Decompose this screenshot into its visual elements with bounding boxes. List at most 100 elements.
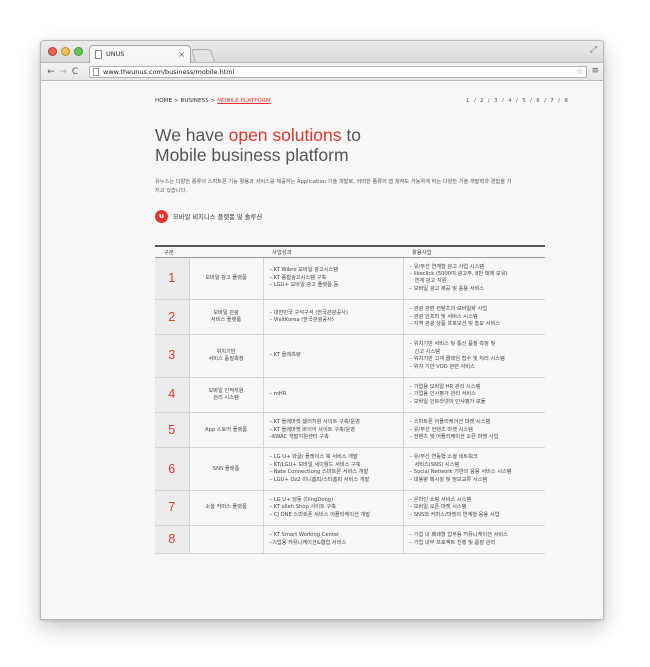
minimize-window-icon[interactable]: [61, 47, 70, 56]
menu-icon[interactable]: ≡: [591, 66, 599, 76]
results-cell: – KT 올레측량: [263, 334, 404, 378]
applications-line: – 위치기반 서비스 및 통신 품질 측정 및: [409, 341, 496, 348]
title-line2: Mobile business platform: [155, 145, 349, 165]
reload-button[interactable]: C: [69, 67, 81, 77]
row-number: 4: [155, 377, 190, 414]
applications-line: – Social Network 기반의 응용 서비스 시스템: [409, 469, 512, 476]
category-name-line: 서비스 플랫폼: [210, 317, 242, 324]
title-pre: We have: [155, 125, 229, 145]
back-button[interactable]: ←: [45, 67, 57, 77]
applications-cell: – 유/무선 연계형 광고 사업 시스템 – likeclick (5000여 광…: [403, 257, 545, 301]
browser-tab[interactable]: UNUS ×: [89, 45, 191, 63]
results-line: – KT Wibro 모바일 광고시스템: [269, 267, 338, 274]
browser-toolbar: ← → C www.theunus.com/business/mobile.ht…: [41, 63, 603, 81]
applications-line: – 유/무선 컨텐츠 마켓 시스템: [409, 426, 473, 433]
window-controls: [48, 47, 83, 56]
row-number: 5: [155, 412, 190, 449]
section-title: 모바일 비지니스 플랫폼 및 솔루션: [173, 214, 263, 221]
category-name-line: 서비스 품질측정: [208, 356, 244, 363]
applications-line: – 유/무선 연계형 광고 사업 시스템: [409, 263, 485, 270]
results-cell: – LG U+ 딩동 (DingDong) – KT olleh Shop 사이트…: [263, 490, 404, 527]
results-line: – LGU+ 모바일 광고 플랫폼 등: [269, 282, 339, 289]
category-name-line: 모바일 광고 플랫폼: [205, 274, 247, 281]
tab-close-icon[interactable]: ×: [178, 46, 185, 63]
category-name: 소셜 커머스 플랫폼: [189, 490, 264, 527]
applications-line: – 모바일 광고 제공 및 응용 서비스: [409, 285, 485, 292]
address-bar[interactable]: www.theunus.com/business/mobile.html ☆: [89, 66, 587, 78]
section-heading: u 모바일 비지니스 플랫폼 및 솔루션: [155, 210, 262, 223]
applications-line: – 모바일 오픈 마켓 시스템: [409, 504, 467, 511]
applications-line: – 기업용 인사평가 관리 서비스: [409, 391, 476, 398]
table-row: 3 위치기반 서비스 품질측정 – KT 올레측량 – 위치기반 서비스 및 통신 품질…: [155, 334, 545, 378]
breadcrumb-path[interactable]: HOME > BUSINESS >: [155, 98, 217, 104]
table-header-row: 구분 사업성과 활용사업: [155, 245, 545, 258]
results-cell: – mHR: [263, 377, 404, 414]
applications-line: 연계 광고 지원: [409, 278, 447, 285]
unus-logo-icon: u: [155, 210, 168, 223]
fullscreen-icon[interactable]: ⤢: [590, 45, 597, 55]
forward-button[interactable]: →: [57, 67, 69, 77]
business-table: 구분 사업성과 활용사업 1 모바일 광고 플랫폼 – KT Wibro 모바일 광…: [155, 245, 545, 555]
results-line: – LG U+ 와글/ 플레이스 북 서비스 개발: [269, 454, 358, 461]
header-category: 구분: [155, 245, 263, 258]
category-name: App 스토어 플랫폼: [189, 412, 264, 449]
applications-line: – 스마트폰 어플리케이션 마켓 시스템: [409, 419, 491, 426]
category-name: [189, 525, 264, 555]
breadcrumb-current[interactable]: MOBILE PLATFORM: [217, 98, 271, 104]
applications-cell: – 기업 내 폐쇄형 업무용 커뮤니케이션 서비스 – 기업 내부 프로젝트 진행…: [403, 525, 545, 555]
category-name: 모바일 관광 서비스 플랫폼: [189, 299, 264, 336]
category-name-line: 소셜 커머스 플랫폼: [205, 504, 247, 511]
results-line: – KT 올레마켓 바이어 사이트 구축/운영: [269, 426, 356, 433]
table-row: 6 SNS 플랫폼 – LG U+ 와글/ 플레이스 북 서비스 개발 – KT/LG…: [155, 447, 545, 492]
title-post: to: [341, 125, 361, 145]
row-number: 7: [155, 490, 190, 527]
row-number: 3: [155, 334, 190, 378]
category-name-line: 관리 시스템: [213, 395, 239, 402]
results-cell: – KT 올레마켓 셀러지원 사이트 구축/운영 – KT 올레마켓 바이어 사이…: [263, 412, 404, 449]
applications-line: – 위치 기반 VOD 관련 서비스: [409, 363, 475, 370]
row-number: 1: [155, 257, 190, 301]
applications-cell: – 관광 관련 컨텐츠의 모바일화 사업 – 관광 인프라 및 서비스 시스템 – …: [403, 299, 545, 336]
bookmark-star-icon[interactable]: ☆: [576, 66, 583, 77]
pagination[interactable]: 1 / 2 / 3 / 4 / 5 / 6 / 7 / 8: [466, 98, 569, 104]
table-row: 8 – KT Smart Working Center –기업용 커뮤니케이션&협업…: [155, 525, 545, 555]
breadcrumb: HOME > BUSINESS > MOBILE PLATFORM: [155, 98, 271, 104]
results-line: –KWAC 개발지원센터 구축: [269, 434, 329, 440]
page-title: We have open solutions to Mobile busines…: [155, 125, 361, 165]
header-applications: 활용사업: [403, 245, 545, 258]
applications-cell: – 유/무선 연동형 소셜 네트워크 서비스(SNS) 시스템 – Social …: [403, 447, 545, 492]
applications-cell: – 스마트폰 어플리케이션 마켓 시스템 – 유/무선 컨텐츠 마켓 시스템 – 컨…: [403, 412, 545, 449]
category-name: SNS 플랫폼: [189, 447, 264, 492]
category-name-line: SNS 플랫폼: [212, 465, 240, 472]
maximize-window-icon[interactable]: [74, 47, 83, 56]
row-number: 6: [155, 447, 190, 492]
new-tab-button[interactable]: [190, 49, 216, 62]
table-row: 5 App 스토어 플랫폼 – KT 올레마켓 셀러지원 사이트 구축/운영 – KT…: [155, 412, 545, 449]
applications-line: – 모바일 인트라넷의 인사평가 모듈: [409, 398, 486, 405]
table-body: 1 모바일 광고 플랫폼 – KT Wibro 모바일 광고시스템 – KT 종합광고…: [155, 257, 545, 555]
results-line: – KT 올레측량: [269, 352, 301, 359]
intro-text: 유누스는 다양한 종류의 스마트폰 기능 활용과 서비스를 제공하는 Appli…: [155, 179, 512, 194]
results-cell: – KT Smart Working Center –기업용 커뮤니케이션&협업 …: [263, 525, 404, 555]
header-results: 사업성과: [263, 245, 403, 258]
applications-line: – 관광 관련 컨텐츠의 모바일화 사업: [409, 306, 488, 313]
applications-line: – SNS와 커머스/마켓의 연계형 응용 사업: [409, 511, 500, 518]
tab-title: UNUS: [106, 50, 125, 58]
applications-cell: – 위치기반 서비스 및 통신 품질 측정 및 신고 시스템 – 위치기반 고객 …: [403, 334, 545, 378]
page-info-icon[interactable]: [93, 68, 99, 76]
applications-line: – 기업 내부 프로젝트 진행 및 품질 관리: [409, 539, 496, 546]
results-cell: – LG U+ 와글/ 플레이스 북 서비스 개발 – KT/LGU+ 모바일 세…: [263, 447, 404, 492]
table-row: 7 소셜 커머스 플랫폼 – LG U+ 딩동 (DingDong) – KT oll…: [155, 490, 545, 527]
table-row: 2 모바일 관광 서비스 플랫폼 – 대한민국 구석구석 (한국관광공사) – Visi…: [155, 299, 545, 336]
row-number: 8: [155, 525, 190, 555]
results-line: – VisitKorea (한국관광공사): [269, 317, 334, 324]
category-name-line: 모바일 인적자원: [208, 387, 244, 394]
url-text: www.theunus.com/business/mobile.html: [103, 68, 235, 76]
applications-line: – 대용량 메시징 및 정보교류 시스템: [409, 476, 488, 483]
results-line: – KT 올레마켓 셀러지원 사이트 구축/운영: [269, 419, 360, 426]
close-window-icon[interactable]: [48, 47, 57, 56]
results-line: – KT Smart Working Center: [269, 532, 340, 539]
applications-cell: – 온라인 쇼핑 서비스 시스템 – 모바일 오픈 마켓 시스템 – SNS와 커머…: [403, 490, 545, 527]
category-name: 위치기반 서비스 품질측정: [189, 334, 264, 378]
applications-line: – 위치기반 고객 클레임 접수 및 처리 시스템: [409, 356, 505, 363]
